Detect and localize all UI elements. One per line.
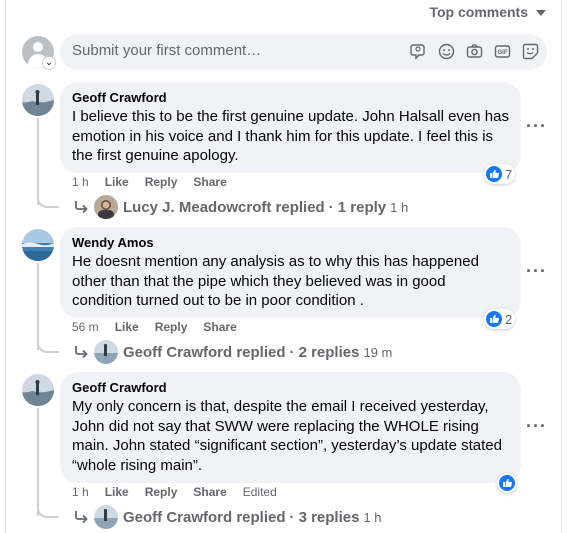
emoji-icon[interactable] (437, 42, 455, 60)
comment-bubble: Wendy Amos He doesnt mention any analysi… (60, 227, 521, 318)
sort-label: Top comments (429, 4, 528, 20)
comment-author[interactable]: Wendy Amos (72, 235, 509, 251)
camera-icon[interactable] (465, 42, 483, 60)
reply-author: Lucy J. Meadowcroft replied (123, 198, 325, 216)
more-options-icon[interactable]: ··· (526, 116, 547, 137)
reaction-summary[interactable]: 7 (484, 164, 516, 184)
reply-time: 1 h (363, 509, 382, 525)
comment-actions: 1 h Like Reply Share (72, 175, 243, 189)
reply-count: · 2 replies (289, 343, 360, 361)
thread-connector (37, 504, 59, 518)
reply-author: Geoff Crawford replied (123, 343, 286, 361)
reaction-summary[interactable]: 2 (484, 309, 516, 329)
reply-arrow-icon (75, 346, 88, 359)
like-button[interactable]: Like (115, 320, 139, 334)
like-button[interactable]: Like (105, 175, 129, 189)
reply-arrow-icon (75, 201, 88, 214)
caret-down-icon (536, 9, 546, 16)
like-button[interactable]: Like (105, 485, 129, 499)
comment-text: I believe this to be the first genuine u… (72, 108, 509, 164)
comment-bubble: Geoff Crawford My only concern is that, … (60, 372, 521, 483)
comment-text: My only concern is that, despite the ema… (72, 398, 502, 474)
gif-icon[interactable]: GIF (493, 42, 511, 60)
sticker-icon[interactable] (521, 42, 539, 60)
share-button[interactable]: Share (193, 175, 226, 189)
avatar[interactable] (22, 229, 54, 261)
comment-time[interactable]: 1 h (72, 175, 89, 189)
comment-input[interactable] (72, 42, 392, 59)
comment-author[interactable]: Geoff Crawford (72, 380, 509, 396)
view-replies-link[interactable]: Geoff Crawford replied · 3 replies 1 h (72, 505, 382, 529)
reply-count: · 1 reply (328, 198, 387, 216)
view-replies-link[interactable]: Lucy J. Meadowcroft replied · 1 reply 1 … (72, 195, 408, 219)
reaction-count: 7 (505, 166, 513, 182)
like-reaction-icon (486, 166, 502, 182)
comment-bubble: Geoff Crawford I believe this to be the … (60, 82, 521, 173)
reply-time: 1 h (390, 199, 409, 215)
like-reaction-icon (499, 475, 515, 491)
thread-line (37, 118, 39, 205)
reply-count: · 3 replies (289, 508, 360, 526)
svg-text:GIF: GIF (497, 50, 507, 56)
comment-composer: GIF (60, 34, 547, 70)
reply-button[interactable]: Reply (155, 320, 188, 334)
comment-text: He doesnt mention any analysis as to why… (72, 253, 479, 309)
comment-actions: 1 h Like Reply Share Edited (72, 485, 293, 499)
reply-arrow-icon (75, 511, 88, 524)
sort-dropdown[interactable]: Top comments (429, 4, 546, 20)
thread-line (37, 263, 39, 350)
reply-avatar (94, 505, 118, 529)
reply-avatar (94, 340, 118, 364)
share-button[interactable]: Share (193, 485, 226, 499)
reply-button[interactable]: Reply (145, 175, 178, 189)
chevron-down-icon[interactable]: ⌄ (42, 56, 56, 70)
like-reaction-icon (486, 311, 502, 327)
thread-connector (37, 339, 59, 353)
reply-button[interactable]: Reply (145, 485, 178, 499)
comment-time[interactable]: 56 m (72, 320, 99, 334)
view-replies-link[interactable]: Geoff Crawford replied · 2 replies 19 m (72, 340, 392, 364)
comment-actions: 56 m Like Reply Share (72, 320, 253, 334)
thread-connector (37, 194, 59, 208)
edited-label[interactable]: Edited (243, 485, 277, 499)
more-options-icon[interactable]: ··· (526, 416, 547, 437)
reply-avatar (94, 195, 118, 219)
reaction-summary[interactable] (497, 473, 517, 493)
thread-line (37, 408, 39, 516)
avatar-sticker-icon[interactable] (409, 42, 427, 60)
avatar[interactable] (22, 84, 54, 116)
reaction-count: 2 (505, 311, 513, 327)
more-options-icon[interactable]: ··· (526, 261, 547, 282)
share-button[interactable]: Share (203, 320, 236, 334)
reply-time: 19 m (363, 344, 393, 360)
avatar[interactable] (22, 374, 54, 406)
comment-time[interactable]: 1 h (72, 485, 89, 499)
comment-author[interactable]: Geoff Crawford (72, 90, 509, 106)
reply-author: Geoff Crawford replied (123, 508, 286, 526)
